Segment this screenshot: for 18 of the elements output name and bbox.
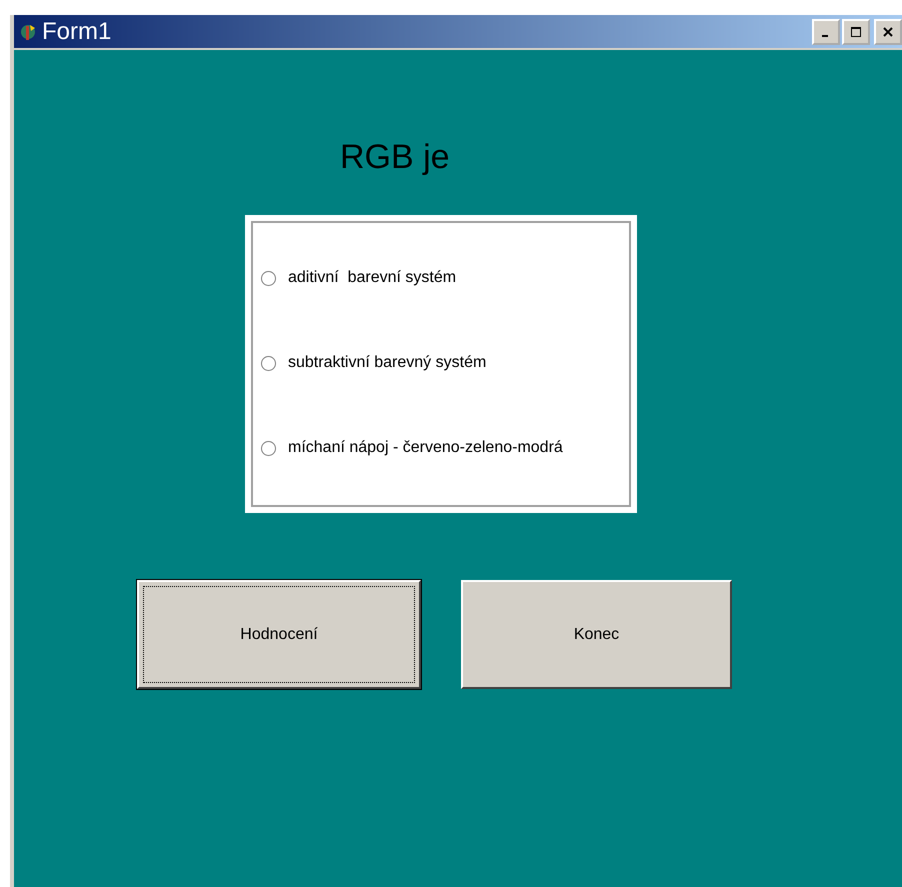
radio-button[interactable] xyxy=(261,356,276,370)
radio-button[interactable] xyxy=(261,440,276,456)
action-button[interactable]: Konec xyxy=(461,580,732,689)
option-label: subtraktivní barevný systém xyxy=(288,354,486,372)
maximize-icon xyxy=(851,26,861,36)
radio-option[interactable]: míchaní nápoj - červeno-zeleno-modrá xyxy=(261,439,635,457)
option-label: míchaní nápoj - červeno-zeleno-modrá xyxy=(288,439,563,457)
option-label: aditivní barevní systém xyxy=(288,269,456,287)
question-heading: RGB je xyxy=(340,138,451,177)
close-icon xyxy=(883,26,893,36)
radio-button[interactable] xyxy=(261,270,276,286)
minimize-icon xyxy=(822,34,828,36)
maximize-button[interactable] xyxy=(842,18,870,44)
window-title: Form1 xyxy=(42,18,112,46)
radio-option[interactable]: subtraktivní barevný systém xyxy=(261,354,635,372)
action-button[interactable]: Hodnocení xyxy=(137,580,421,689)
radio-option[interactable]: aditivní barevní systém xyxy=(261,269,635,287)
close-button[interactable] xyxy=(874,18,902,44)
